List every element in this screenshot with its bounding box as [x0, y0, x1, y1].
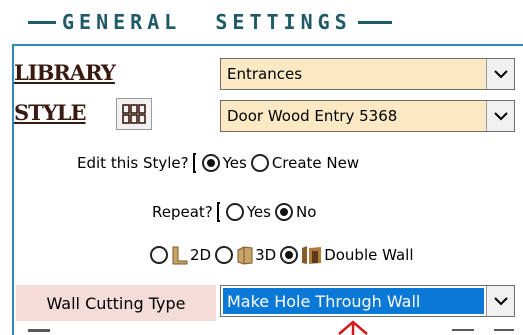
wall-2d-icon: [172, 246, 188, 265]
style-select[interactable]: Door Wood Entry 5368: [220, 100, 515, 132]
bracket-divider: [192, 153, 196, 173]
edit-style-create-new-radio[interactable]: [250, 154, 269, 172]
style-grid-button[interactable]: [116, 98, 152, 130]
edit-style-create-new-label[interactable]: Create New: [272, 154, 359, 172]
repeat-row: Repeat? Yes No: [152, 202, 316, 222]
style-value: Door Wood Entry 5368: [227, 107, 398, 125]
cutoff-control: [452, 329, 474, 331]
library-label[interactable]: LIBRARY: [14, 60, 116, 85]
wall-cutting-label: Wall Cutting Type: [16, 285, 216, 321]
view-2d-radio[interactable]: [150, 246, 168, 264]
chevron-down-icon[interactable]: [486, 101, 514, 131]
repeat-yes-radio[interactable]: [225, 203, 244, 221]
repeat-yes-label[interactable]: Yes: [247, 203, 271, 221]
general-settings-header: GENERAL SETTINGS: [28, 0, 498, 44]
view-3d-radio[interactable]: [215, 246, 234, 264]
edit-style-question: Edit this Style?: [77, 154, 189, 172]
repeat-question: Repeat?: [152, 203, 213, 221]
view-mode-row: 2D 3D Double Wall: [150, 245, 414, 265]
header-rule-right: [357, 20, 392, 24]
view-2d-label[interactable]: 2D: [190, 246, 211, 264]
chevron-down-icon[interactable]: [486, 59, 514, 89]
header-rule-left: [28, 20, 56, 24]
grid-icon: [122, 104, 146, 124]
chevron-down-icon[interactable]: [486, 286, 514, 316]
repeat-no-label[interactable]: No: [296, 203, 316, 221]
view-3d-label[interactable]: 3D: [255, 246, 276, 264]
section-title: GENERAL SETTINGS: [62, 10, 352, 34]
repeat-no-radio[interactable]: [274, 203, 293, 221]
edit-style-row: Edit this Style? Yes Create New: [77, 153, 359, 173]
view-double-wall-radio[interactable]: [280, 246, 299, 264]
edit-style-yes-label[interactable]: Yes: [223, 154, 247, 172]
arrow-up-icon[interactable]: [336, 318, 370, 335]
view-double-wall-label[interactable]: Double Wall: [324, 246, 413, 264]
bracket-divider: [216, 202, 220, 222]
library-select[interactable]: Entrances: [220, 58, 515, 90]
library-value: Entrances: [227, 65, 303, 83]
wall-cutting-value: Make Hole Through Wall: [223, 288, 484, 314]
double-wall-icon: [302, 246, 322, 264]
wall-cutting-select[interactable]: Make Hole Through Wall: [220, 285, 515, 317]
cutoff-control: [28, 329, 50, 332]
style-label[interactable]: STYLE: [14, 100, 87, 125]
wall-3d-icon: [237, 246, 253, 265]
cutoff-control: [494, 329, 514, 331]
edit-style-yes-radio[interactable]: [201, 154, 220, 172]
